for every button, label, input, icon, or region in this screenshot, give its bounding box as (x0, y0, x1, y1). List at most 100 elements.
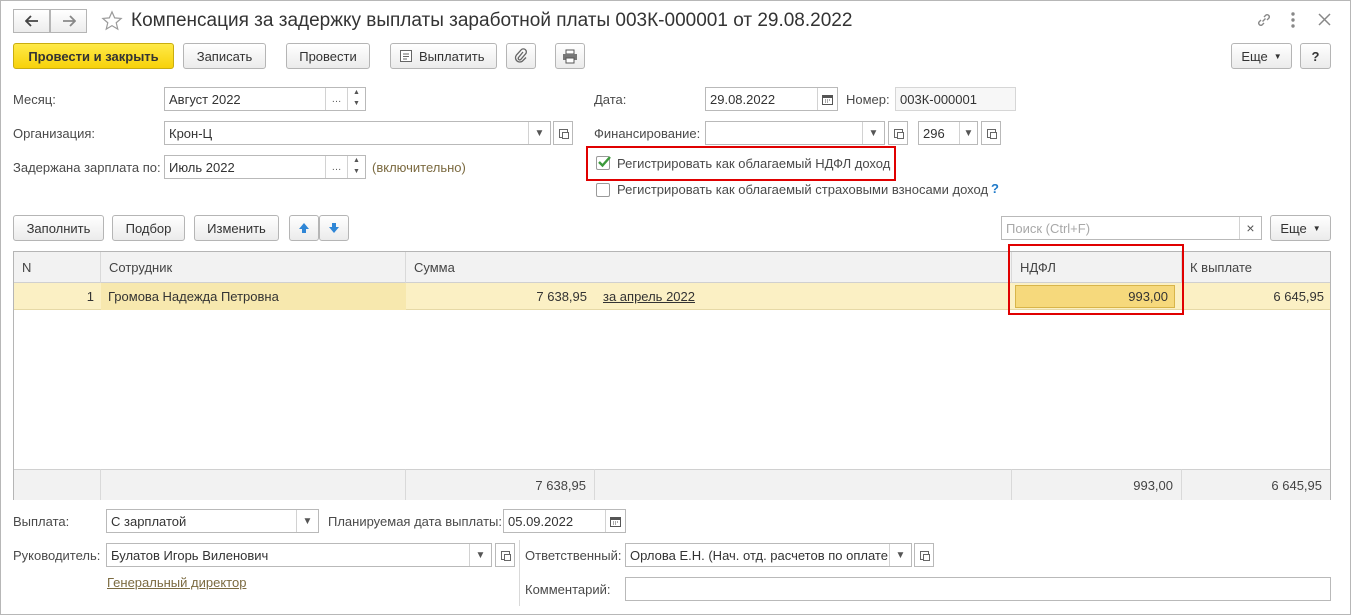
clear-search-icon[interactable]: × (1239, 217, 1261, 239)
delayed-stepper[interactable]: ▲ ▼ (347, 156, 365, 178)
payment-field[interactable]: С зарплатой ▼ (106, 509, 319, 533)
planned-date-field[interactable]: 05.09.2022 (503, 509, 626, 533)
planned-date-label: Планируемая дата выплаты: (328, 514, 502, 529)
link-icon[interactable] (1256, 12, 1272, 31)
insurance-checkbox-label: Регистрировать как облагаемый страховыми… (617, 182, 989, 197)
insurance-help-icon[interactable]: ? (991, 181, 999, 196)
ndfl-checkbox-label: Регистрировать как облагаемый НДФЛ доход (617, 156, 891, 171)
open-icon (893, 128, 904, 139)
manager-position-link[interactable]: Генеральный директор (107, 575, 246, 590)
fill-button[interactable]: Заполнить (13, 215, 104, 241)
arrow-up-icon (299, 223, 309, 233)
column-header-payout[interactable]: К выплате (1182, 252, 1330, 283)
calendar-icon[interactable] (605, 510, 625, 532)
select-button[interactable]: Подбор (112, 215, 185, 241)
post-and-close-button[interactable]: Провести и закрыть (13, 43, 174, 69)
date-value: 29.08.2022 (710, 91, 776, 107)
search-input[interactable]: Поиск (Ctrl+F) × (1001, 216, 1262, 240)
more-menu-button[interactable]: Еще ▼ (1231, 43, 1292, 69)
insurance-checkbox[interactable] (596, 183, 610, 197)
delayed-select-button[interactable]: … (325, 156, 347, 178)
comment-label: Комментарий: (525, 582, 611, 597)
organization-open-button[interactable] (553, 121, 573, 145)
responsible-open-button[interactable] (914, 543, 934, 567)
responsible-field[interactable]: Орлова Е.Н. (Нач. отд. расчетов по оплат… (625, 543, 912, 567)
favorite-star-icon[interactable] (101, 10, 123, 35)
month-value: Август 2022 (169, 91, 241, 107)
table-more-button[interactable]: Еще ▼ (1270, 215, 1331, 241)
more-vertical-icon[interactable] (1290, 11, 1296, 32)
pay-button[interactable]: Выплатить (390, 43, 497, 69)
month-field[interactable]: Август 2022 … ▲ ▼ (164, 87, 366, 111)
document-pay-icon (400, 50, 412, 62)
open-icon (919, 550, 930, 561)
month-stepper[interactable]: ▲ ▼ (347, 88, 365, 110)
checkmark-icon (598, 156, 611, 168)
chevron-down-icon[interactable]: ▼ (469, 544, 491, 566)
responsible-label: Ответственный: (525, 548, 622, 563)
more-menu-label: Еще (1241, 48, 1268, 64)
calendar-icon[interactable] (817, 88, 837, 110)
chevron-down-icon: ▼ (1312, 223, 1321, 233)
financing-code-open-button[interactable] (981, 121, 1001, 145)
total-payout: 6 645,95 (1182, 469, 1330, 500)
footer-divider (519, 540, 520, 606)
financing-open-button[interactable] (888, 121, 908, 145)
total-ndfl: 993,00 (1012, 469, 1182, 500)
date-label: Дата: (594, 92, 627, 107)
open-icon (500, 550, 511, 561)
payment-label: Выплата: (13, 514, 70, 529)
responsible-value: Орлова Е.Н. (Нач. отд. расчетов по оплат… (630, 547, 888, 563)
row-sum: 7 638,95 (536, 289, 587, 304)
open-icon (558, 128, 569, 139)
delayed-salary-field[interactable]: Июль 2022 … ▲ ▼ (164, 155, 366, 179)
delayed-salary-value: Июль 2022 (169, 159, 235, 175)
manager-field[interactable]: Булатов Игорь Виленович ▼ (106, 543, 492, 567)
manager-label: Руководитель: (13, 548, 101, 563)
number-field[interactable]: 003К-000001 (895, 87, 1016, 111)
column-header-employee[interactable]: Сотрудник (101, 252, 406, 283)
chevron-down-icon[interactable]: ▼ (528, 122, 550, 144)
arrow-right-icon (62, 15, 76, 27)
total-employee (101, 469, 406, 500)
ndfl-column-highlight-box (1008, 244, 1184, 315)
financing-code-value: 296 (923, 125, 945, 141)
post-button[interactable]: Провести (286, 43, 370, 69)
ndfl-checkbox[interactable] (596, 156, 611, 170)
total-sum: 7 638,95 (406, 469, 595, 500)
search-placeholder: Поиск (Ctrl+F) (1006, 220, 1091, 236)
arrow-left-icon (24, 15, 38, 27)
print-button[interactable] (555, 43, 585, 69)
chevron-down-icon[interactable]: ▼ (889, 544, 911, 566)
attach-button[interactable] (506, 43, 536, 69)
financing-code-field[interactable]: 296 ▼ (918, 121, 978, 145)
number-value: 003К-000001 (900, 91, 977, 107)
organization-field[interactable]: Крон-Ц ▼ (164, 121, 551, 145)
row-n: 1 (86, 289, 94, 304)
help-button[interactable]: ? (1300, 43, 1331, 69)
month-select-button[interactable]: … (325, 88, 347, 110)
window-title: Компенсация за задержку выплаты заработн… (131, 10, 853, 31)
organization-label: Организация: (13, 126, 96, 141)
planned-date-value: 05.09.2022 (508, 513, 574, 529)
close-icon[interactable] (1318, 13, 1331, 29)
financing-field[interactable]: ▼ (705, 121, 885, 145)
chevron-down-icon[interactable]: ▼ (959, 122, 977, 144)
organization-value: Крон-Ц (169, 125, 213, 141)
manager-open-button[interactable] (495, 543, 515, 567)
chevron-down-icon[interactable]: ▼ (296, 510, 318, 532)
column-header-n[interactable]: N (14, 252, 101, 283)
back-button[interactable] (13, 9, 50, 33)
table-more-label: Еще (1280, 220, 1307, 236)
total-n (14, 469, 101, 500)
comment-input[interactable] (625, 577, 1331, 601)
save-button[interactable]: Записать (183, 43, 266, 69)
chevron-down-icon[interactable]: ▼ (862, 122, 884, 144)
move-up-button[interactable] (289, 215, 319, 241)
date-field[interactable]: 29.08.2022 (705, 87, 838, 111)
forward-button[interactable] (50, 9, 87, 33)
change-button[interactable]: Изменить (194, 215, 279, 241)
column-header-sum[interactable]: Сумма (406, 252, 1012, 283)
move-down-button[interactable] (319, 215, 349, 241)
row-period-link[interactable]: за апрель 2022 (603, 283, 903, 310)
